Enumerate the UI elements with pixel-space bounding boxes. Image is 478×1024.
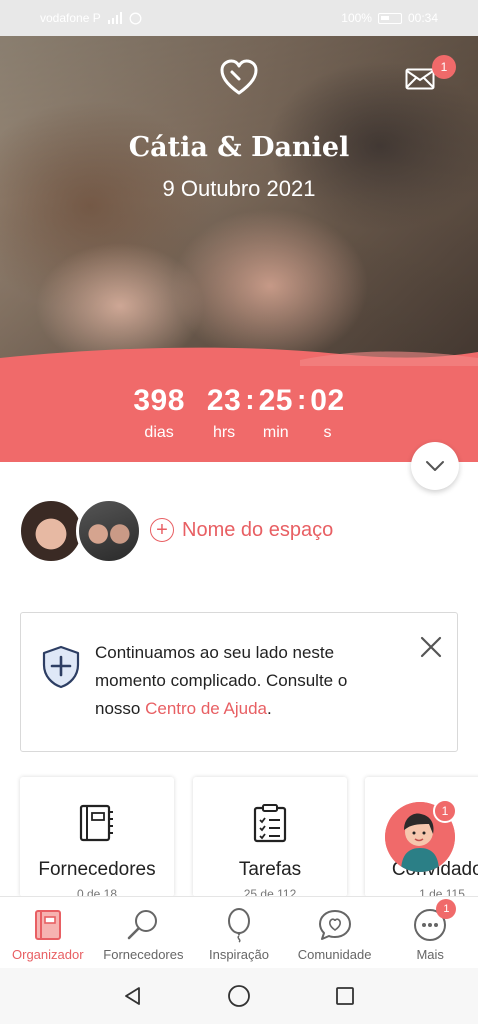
status-bar: vodafone P 100% 00:34 [0, 0, 478, 36]
notebook-icon [34, 910, 61, 940]
clock: 00:34 [407, 11, 438, 25]
countdown-seconds-value: 02 [310, 384, 345, 417]
nav-label: Inspiração [208, 947, 269, 962]
notebook-icon [79, 804, 113, 842]
countdown-minutes-value: 25 [258, 384, 293, 417]
system-navigation [0, 968, 478, 1024]
search-icon [128, 910, 158, 940]
help-center-link[interactable]: Centro de Ajuda [145, 699, 267, 718]
heart-icon[interactable] [219, 58, 259, 98]
nav-mais[interactable]: Mais 1 [382, 897, 478, 968]
nav-label: Comunidade [297, 947, 372, 962]
countdown-days: 398 dias [133, 384, 185, 442]
countdown-hours-value: 23 [206, 384, 242, 417]
status-right: 100% 00:34 [341, 11, 438, 25]
hero-photo: Cátia & Daniel 9 Outubro 2021 [0, 36, 478, 366]
nav-label: Fornecedores [103, 947, 184, 962]
wedding-date: 9 Outubro 2021 [162, 176, 316, 201]
countdown-minutes: 25 min [259, 384, 293, 442]
shield-icon [42, 645, 80, 689]
whatsapp-icon [129, 12, 142, 24]
battery-percent: 100% [341, 11, 372, 25]
nav-comunidade[interactable]: Comunidade [287, 897, 383, 968]
avatar-couple[interactable] [76, 498, 142, 564]
tool-card-tarefas[interactable]: Tarefas 25 de 112 [193, 777, 347, 897]
chat-heart-icon [318, 910, 351, 940]
countdown-minutes-label: min [262, 424, 289, 441]
balloon-icon [227, 908, 250, 943]
countdown-hours-label: hrs [212, 424, 236, 441]
countdown-seconds-label: s [323, 424, 332, 441]
countdown-separator: : [245, 384, 255, 415]
more-badge: 1 [436, 899, 457, 919]
countdown-days-label: dias [144, 424, 174, 441]
clipboard-icon [253, 804, 287, 843]
help-notice-end: . [267, 699, 272, 718]
battery-icon [377, 12, 402, 24]
help-notice-text: Continuamos ao seu lado neste momento co… [95, 639, 395, 723]
mail-icon[interactable] [405, 68, 435, 90]
countdown-seconds: 02 s [310, 384, 344, 442]
nav-label: Organizador [12, 947, 84, 962]
back-icon[interactable] [122, 985, 144, 1007]
countdown-days-value: 398 [133, 384, 185, 417]
signal-icon [107, 12, 122, 24]
collapse-button[interactable] [411, 442, 459, 490]
mail-badge: 1 [432, 55, 456, 79]
couple-name: Cátia & Daniel [128, 132, 350, 163]
plus-circle-icon: + [150, 518, 174, 542]
tool-title: Fornecedores [38, 859, 156, 880]
close-icon[interactable] [419, 635, 443, 659]
status-left: vodafone P [40, 11, 142, 25]
recents-icon[interactable] [334, 985, 356, 1007]
nav-fornecedores[interactable]: Fornecedores [96, 897, 192, 968]
tool-card-fornecedores[interactable]: Fornecedores 0 de 18 [20, 777, 174, 897]
space-name-label: Nome do espaço [182, 518, 334, 541]
chat-badge: 1 [433, 799, 457, 823]
add-space-name-button[interactable]: + Nome do espaço [150, 518, 333, 542]
home-icon[interactable] [227, 984, 251, 1008]
countdown-hours: 23 hrs [207, 384, 241, 442]
help-notice-card: Continuamos ao seu lado neste momento co… [20, 612, 458, 752]
nav-label: Mais [416, 947, 444, 962]
nav-organizador[interactable]: Organizador [0, 897, 96, 968]
tool-title: Tarefas [238, 859, 302, 880]
nav-inspiracao[interactable]: Inspiração [191, 897, 287, 968]
countdown-separator: : [296, 384, 307, 415]
countdown-row: 398 dias 23 hrs : 25 min : 02 s [0, 384, 478, 442]
bottom-navigation: Organizador Fornecedores Inspiração Comu… [0, 896, 478, 968]
avatar-bride[interactable] [18, 498, 84, 564]
countdown-band: 398 dias 23 hrs : 25 min : 02 s [0, 366, 478, 462]
chevron-down-icon [426, 461, 444, 471]
carrier-name: vodafone P [40, 11, 101, 25]
